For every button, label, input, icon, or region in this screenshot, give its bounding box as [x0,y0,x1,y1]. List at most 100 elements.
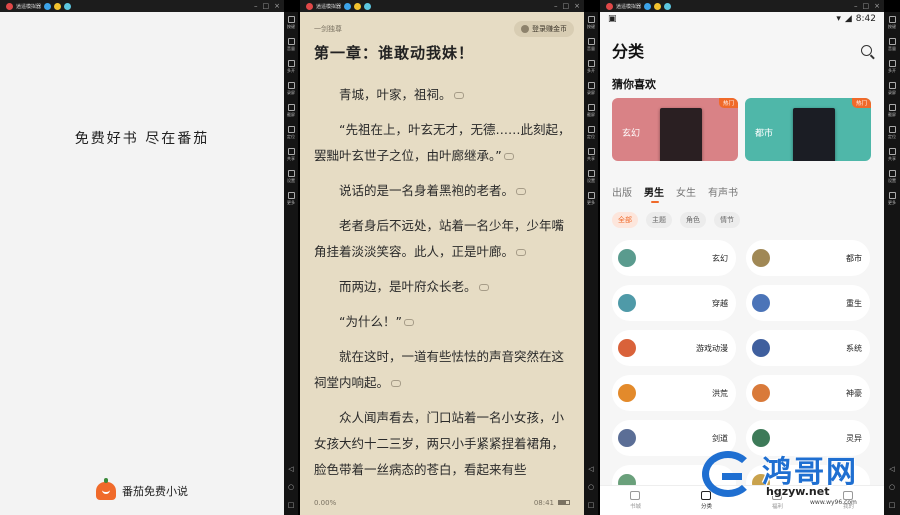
login-coin-button[interactable]: 登录赚金币 [514,21,574,37]
back-icon[interactable]: ◁ [889,465,894,473]
emulator-window-splash: 逍遥模拟器 – □ × 免费好书 尽在番茄 番茄免费小说 [0,0,284,515]
sidebar-item-volume[interactable]: 音量 [888,38,896,58]
splash-screen[interactable]: 免费好书 尽在番茄 番茄免费小说 [0,12,284,515]
paragraph: 说话的是一名身着黑袍的老者。 [314,178,572,204]
sidebar-item-screenshot[interactable]: 截屏 [888,104,896,124]
comment-icon[interactable] [516,188,527,195]
settings-icon[interactable] [64,2,72,10]
settings-icon[interactable] [364,2,372,10]
settings-icon[interactable] [664,2,672,10]
chip-role[interactable]: 角色 [680,212,706,228]
home-icon[interactable]: ○ [588,483,594,491]
theme-icon[interactable] [354,2,362,10]
paragraph: “先祖在上，叶玄无才，无德……此刻起，罢黜叶玄世子之位，由叶廊继承。” [314,122,571,163]
sidebar-item-location[interactable]: 定位 [287,126,295,146]
comment-icon[interactable] [503,153,514,160]
category-item[interactable]: 系统 [746,330,870,366]
theme-icon[interactable] [654,2,662,10]
chip-theme[interactable]: 主题 [646,212,672,228]
tab-publish[interactable]: 出版 [612,184,632,199]
home-icon[interactable]: ○ [288,483,294,491]
close-icon[interactable]: × [574,2,580,10]
sidebar-item-settings[interactable]: 设置 [587,170,595,190]
emulator-desktop: 逍遥模拟器 – □ × 免费好书 尽在番茄 番茄免费小说 按键 音量 多开 录屏 截… [0,0,900,515]
sidebar-item-keys[interactable]: 按键 [287,16,295,36]
recents-icon[interactable]: □ [588,501,595,509]
emulator-titlebar: 逍遥模拟器 – □ × [600,0,884,12]
sidebar-item-location[interactable]: 定位 [888,126,896,146]
maximize-icon[interactable]: □ [563,2,570,10]
sidebar-item-location[interactable]: 定位 [587,126,595,146]
chip-plot[interactable]: 情节 [714,212,740,228]
sidebar-item-more[interactable]: 更多 [888,192,896,212]
category-item[interactable]: 游戏动漫 [612,330,736,366]
minimize-icon[interactable]: – [254,2,258,10]
search-icon[interactable] [861,44,872,56]
menu-icon[interactable] [644,2,652,10]
sidebar-item-settings[interactable]: 设置 [888,170,896,190]
chapter-content: 青城，叶家，祖祠。 “先祖在上，叶玄无才，无德……此刻起，罢黜叶玄世子之位，由叶… [314,82,572,492]
comment-icon[interactable] [391,380,402,387]
tab-female[interactable]: 女生 [676,184,696,199]
sidebar-item-record[interactable]: 录屏 [888,82,896,102]
menu-icon[interactable] [344,2,352,10]
category-label: 洪荒 [712,388,728,398]
sidebar-item-more[interactable]: 更多 [287,192,295,212]
category-item[interactable]: 玄幻 [612,240,736,276]
sidebar-item-share[interactable]: 共享 [888,148,896,168]
sidebar-item-screenshot[interactable]: 截屏 [587,104,595,124]
emulator-title: 逍遥模拟器 [316,3,342,10]
sidebar-item-record[interactable]: 录屏 [287,82,295,102]
category-item[interactable]: 洪荒 [612,375,736,411]
recommend-card-dushi[interactable]: 都市 热门 [745,98,871,161]
recommend-card-xuanhuan[interactable]: 玄幻 热门 [612,98,738,161]
sidebar-item-more[interactable]: 更多 [587,192,595,212]
reader-screen[interactable]: 一剑独尊 登录赚金币 第一章：谁敢动我妹！ 青城，叶家，祖祠。 “先祖在上，叶玄… [300,12,584,515]
chip-all[interactable]: 全部 [612,212,638,228]
minimize-icon[interactable]: – [554,2,558,10]
close-icon[interactable]: × [874,2,880,10]
minimize-icon[interactable]: – [854,2,858,10]
emulator-sidebar: 按键 音量 多开 录屏 截屏 定位 共享 设置 更多 ◁ ○ □ [584,12,598,515]
sidebar-item-multi[interactable]: 多开 [587,60,595,80]
comment-icon[interactable] [403,319,414,326]
sidebar-item-volume[interactable]: 音量 [287,38,295,58]
sidebar-item-keys[interactable]: 按键 [587,16,595,36]
sidebar-item-keys[interactable]: 按键 [888,16,896,36]
recommend-card-label: 玄幻 [622,129,641,139]
sidebar-item-settings[interactable]: 设置 [287,170,295,190]
sidebar-item-multi[interactable]: 多开 [287,60,295,80]
category-screen: ▣ ▾◢8:42 分类 猜你喜欢 玄幻 热门 都市 热门 出版 男生 女生 [600,12,884,515]
recents-icon[interactable]: □ [288,501,295,509]
menu-icon[interactable] [44,2,52,10]
sidebar-item-multi[interactable]: 多开 [888,60,896,80]
comment-icon[interactable] [453,92,464,99]
tab-audio[interactable]: 有声书 [708,184,738,199]
sidebar-item-screenshot[interactable]: 截屏 [287,104,295,124]
sidebar-item-share[interactable]: 共享 [587,148,595,168]
emulator-title: 逍遥模拟器 [16,3,42,10]
theme-icon[interactable] [54,2,62,10]
maximize-icon[interactable]: □ [263,2,270,10]
category-item[interactable]: 神豪 [746,375,870,411]
emulator-logo-icon [6,2,13,10]
maximize-icon[interactable]: □ [863,2,870,10]
close-icon[interactable]: × [274,2,280,10]
category-item[interactable]: 穿越 [612,285,736,321]
comment-icon[interactable] [478,284,489,291]
multi-window-icon [287,60,295,67]
tab-male[interactable]: 男生 [644,184,664,203]
category-item[interactable]: 都市 [746,240,870,276]
paragraph: 老者身后不远处，站着一名少年，少年嘴角挂着淡淡笑容。此人，正是叶廊。 [314,218,565,259]
nav-bookstore[interactable]: 书城 [630,491,641,510]
comment-icon[interactable] [516,249,527,256]
sidebar-item-record[interactable]: 录屏 [587,82,595,102]
watermark-sub: hgzyw.net [766,485,830,498]
emulator-title: 逍遥模拟器 [616,3,642,10]
back-icon[interactable]: ◁ [288,465,293,473]
back-icon[interactable]: ◁ [588,465,593,473]
sidebar-item-volume[interactable]: 音量 [587,38,595,58]
sidebar-item-share[interactable]: 共享 [287,148,295,168]
category-item[interactable]: 重生 [746,285,870,321]
more-icon [287,192,295,199]
